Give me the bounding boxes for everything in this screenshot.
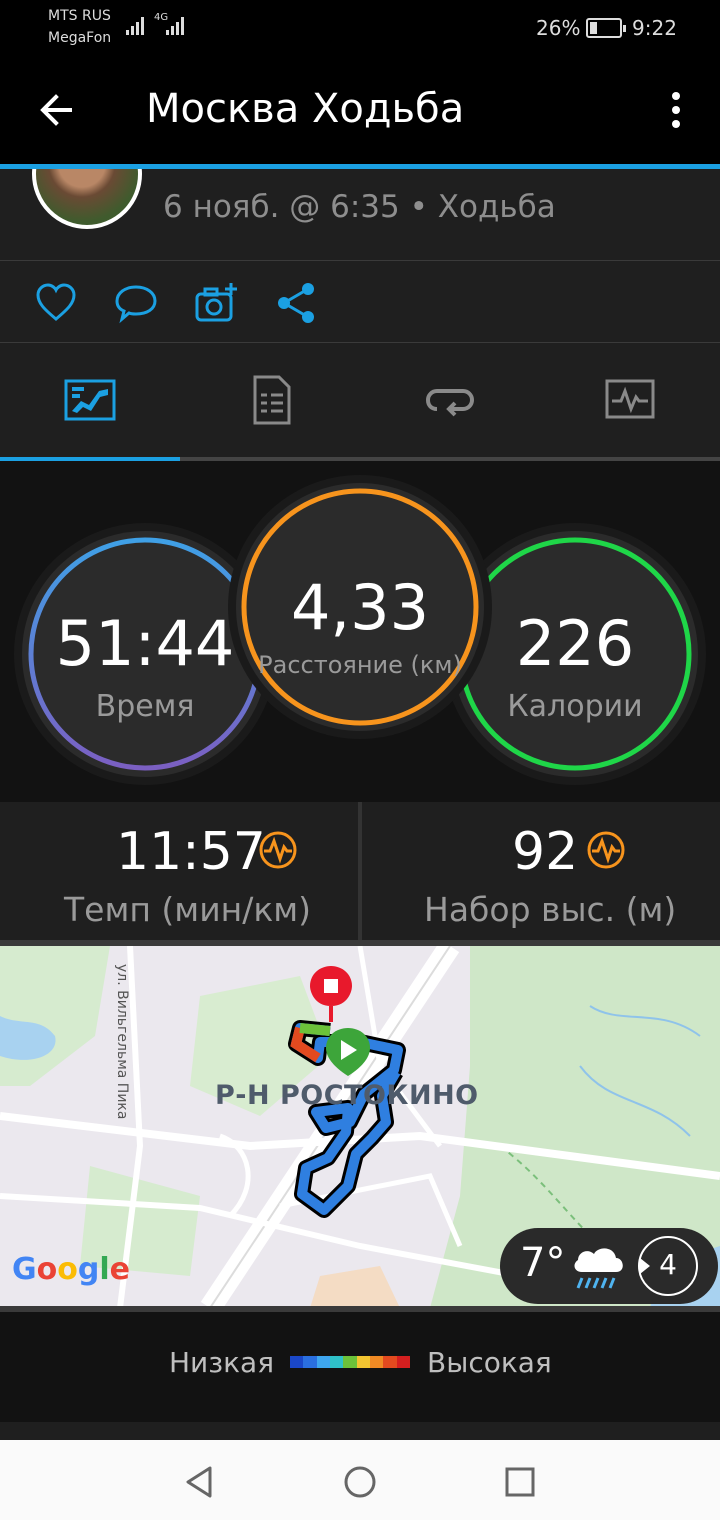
legend-swatch	[369, 1356, 384, 1368]
activity-header: 6 нояб. @ 6:35 • Ходьба	[0, 169, 720, 261]
district-label: Р-Н РОСТОКИНО	[215, 1080, 479, 1111]
battery-percent: 26%	[536, 16, 581, 40]
carrier-name: MTS RUS	[48, 8, 111, 24]
battery-icon	[586, 18, 626, 38]
google-attribution: Google	[12, 1252, 131, 1287]
weather-badge[interactable]: 7° 4	[500, 1228, 718, 1304]
temperature: 7°	[520, 1240, 566, 1286]
carrier-name-secondary: MegaFon	[48, 30, 112, 46]
nav-recents-icon[interactable]	[500, 1462, 540, 1502]
street-label: ул. Вильгельма Пика	[114, 964, 130, 1120]
legend-high-label: Высокая	[427, 1346, 552, 1379]
pace-label: Темп (мин/км)	[64, 890, 312, 929]
wind-indicator: 4	[638, 1236, 698, 1296]
pace-legend: Низкая Высокая	[0, 1312, 720, 1422]
system-nav-bar	[0, 1440, 720, 1520]
legend-swatch	[303, 1356, 317, 1368]
tab-overview[interactable]	[63, 375, 117, 425]
tab-bar	[0, 343, 720, 461]
avatar[interactable]	[32, 169, 142, 229]
elevation-value: 92	[512, 822, 579, 882]
distance-value: 4,33	[290, 571, 430, 644]
calories-label: Калории	[507, 689, 643, 724]
legend-swatch	[383, 1356, 397, 1368]
legend-swatch	[343, 1356, 357, 1368]
more-vertical-icon[interactable]	[660, 88, 692, 132]
pulse-icon	[587, 831, 625, 869]
legend-gradient-bar	[290, 1356, 410, 1368]
time-ring[interactable]: 51:44 Время	[22, 531, 268, 777]
legend-swatch	[329, 1356, 344, 1368]
time-label: Время	[95, 689, 195, 724]
wind-speed: 4	[659, 1248, 677, 1281]
nav-home-icon[interactable]	[340, 1462, 380, 1502]
page-title: Москва Ходьба	[146, 86, 465, 132]
legend-swatch	[316, 1356, 330, 1368]
legend-swatch	[396, 1356, 410, 1368]
signal-icon	[166, 17, 184, 35]
time-value: 51:44	[55, 607, 235, 680]
tab-laps[interactable]	[423, 375, 477, 425]
tab-stats[interactable]	[243, 375, 297, 425]
legend-swatch	[356, 1356, 370, 1368]
tab-charts[interactable]	[603, 375, 657, 425]
share-icon[interactable]	[274, 281, 318, 325]
action-row	[0, 261, 720, 343]
distance-label: Расстояние (км)	[258, 651, 462, 679]
clock: 9:22	[632, 16, 677, 40]
comment-icon[interactable]	[114, 281, 158, 325]
calories-ring[interactable]: 226 Калории	[452, 531, 698, 777]
route-map[interactable]: ул. Вильгельма Пика Р-Н РОСТОКИНО Google…	[0, 940, 720, 1308]
summary-rings: 51:44 Время 226 Калории 4,33 Расстояние …	[0, 461, 720, 801]
signal-icon	[126, 17, 144, 35]
app-bar: Москва Ходьба	[0, 54, 720, 166]
status-bar: MTS RUS MegaFon 4G 26% 9:22	[0, 0, 720, 54]
metrics-row: 11:57 Темп (мин/км) 92 Набор выс. (м)	[0, 802, 720, 940]
distance-ring[interactable]: 4,33 Расстояние (км)	[236, 483, 484, 731]
pace-value: 11:57	[116, 822, 266, 882]
rain-cloud-icon	[574, 1248, 623, 1289]
legend-low-label: Низкая	[169, 1346, 275, 1379]
calories-value: 226	[515, 607, 635, 680]
elevation-label: Набор выс. (м)	[424, 890, 677, 929]
add-photo-icon[interactable]	[194, 281, 238, 325]
next-section-strip	[0, 1422, 720, 1440]
pulse-icon	[259, 831, 297, 869]
nav-back-icon[interactable]	[180, 1462, 220, 1502]
legend-swatch	[290, 1356, 304, 1368]
back-arrow-icon[interactable]	[36, 90, 76, 130]
metrics-divider	[358, 802, 362, 940]
heart-icon[interactable]	[34, 281, 78, 325]
activity-subtitle: 6 нояб. @ 6:35 • Ходьба	[163, 189, 556, 225]
